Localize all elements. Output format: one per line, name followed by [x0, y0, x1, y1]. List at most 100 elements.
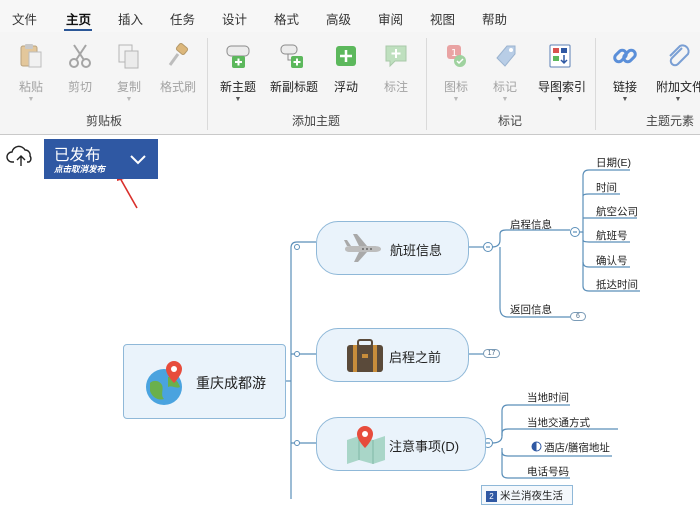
leaf-phone-number[interactable]: 电话号码 — [527, 464, 569, 479]
copy-button[interactable]: 复制 ▼ — [107, 42, 151, 104]
menu-help[interactable]: 帮助 — [482, 9, 507, 28]
root-topic-label: 重庆成都游 — [196, 375, 266, 391]
tag-icon — [491, 42, 519, 70]
callout-icon — [382, 42, 410, 70]
leaf-arrival-time[interactable]: 抵达时间 — [596, 277, 638, 292]
notes-label: 注意事项(D) — [389, 439, 460, 454]
new-subtopic-button[interactable]: 新副标题 — [270, 42, 318, 95]
paperclip-icon — [664, 42, 692, 70]
menu-design[interactable]: 设计 — [222, 9, 247, 28]
menu-task[interactable]: 任务 — [170, 9, 195, 28]
before-departure-label: 启程之前 — [389, 350, 442, 365]
floating-topic-button[interactable]: 浮动 — [324, 42, 368, 95]
callout-label: 标注 — [383, 80, 408, 94]
leaf-confirmation[interactable]: 确认号 — [596, 253, 628, 268]
unpublish-hint: 点击取消发布 — [54, 164, 106, 174]
menu-file[interactable]: 文件 — [12, 9, 37, 28]
menu-view[interactable]: 视图 — [430, 9, 455, 28]
floating-topic-icon — [332, 42, 360, 70]
group-separator — [207, 38, 208, 130]
menu-advanced[interactable]: 高级 — [326, 9, 351, 28]
leaf-hotel-address[interactable]: 酒店/膳宿地址 — [531, 440, 610, 455]
new-topic-button[interactable]: 新主题 ▼ — [216, 42, 260, 104]
paintbrush-icon — [164, 42, 192, 70]
tag-label: 标记 — [492, 80, 517, 94]
clipboard-group-label: 剪贴板 — [86, 114, 123, 128]
active-tab-indicator — [64, 29, 92, 31]
briefcase-icon — [347, 339, 383, 372]
flight-info-label: 航班信息 — [390, 243, 443, 258]
cut-label: 剪切 — [67, 80, 92, 94]
paste-button[interactable]: 粘贴 ▼ — [9, 42, 53, 104]
scissors-icon — [66, 42, 94, 70]
icon-button[interactable]: 1 图标 ▼ — [434, 42, 478, 104]
half-circle-progress-icon — [531, 441, 542, 452]
hotel-address-text: 酒店/膳宿地址 — [544, 442, 610, 454]
attachment-button[interactable]: 附加文件 ▼ — [656, 42, 700, 104]
collapsed-count-badge[interactable]: 17 — [483, 349, 500, 358]
format-painter-button[interactable]: 格式刷 — [156, 42, 200, 95]
topic-elements-group-label: 主题元素 — [646, 114, 695, 128]
callout-button[interactable]: 标注 — [374, 42, 418, 95]
floating-label: 浮动 — [333, 80, 358, 94]
group-separator — [595, 38, 596, 130]
new-topic-label: 新主题 — [219, 80, 256, 94]
collapsed-count-badge[interactable]: 6 — [570, 312, 586, 321]
root-topic[interactable]: 重庆成都游 — [123, 344, 286, 419]
link-button[interactable]: 链接 ▼ — [603, 42, 647, 104]
airplane-icon — [344, 234, 381, 262]
globe-pin-icon — [146, 361, 182, 405]
chain-link-icon — [611, 42, 639, 70]
link-dropdown-arrow: ▼ — [621, 96, 629, 103]
map-index-label: 导图索引 — [538, 80, 587, 94]
topic-flight-info[interactable]: 航班信息 — [316, 221, 469, 275]
leaf-local-time[interactable]: 当地时间 — [527, 390, 569, 405]
new-topic-dropdown-arrow: ▼ — [234, 96, 242, 103]
leaf-date[interactable]: 日期(E) — [596, 155, 631, 170]
attachment-label: 附加文件 — [656, 80, 700, 94]
leaf-local-transport[interactable]: 当地交通方式 — [527, 415, 590, 430]
leaf-airline[interactable]: 航空公司 — [596, 204, 638, 219]
publish-status-button[interactable]: 已发布 点击取消发布 — [44, 139, 158, 179]
return-info-label[interactable]: 返回信息 — [510, 302, 552, 317]
topic-partial-nightlife[interactable]: 2 米兰消夜生活 — [481, 485, 573, 505]
departure-info-label[interactable]: 启程信息 — [510, 217, 552, 232]
ribbon-toolbar: 粘贴 ▼ 剪切 复制 ▼ 格式刷 剪贴板 新主题 ▼ 新副标题 浮动 标注 添加… — [0, 32, 700, 135]
group-separator — [426, 38, 427, 130]
tag-button[interactable]: 标记 ▼ — [483, 42, 527, 104]
new-subtopic-icon — [278, 42, 306, 70]
icon-marker-icon: 1 — [442, 42, 470, 70]
leaf-flight-number[interactable]: 航班号 — [596, 228, 628, 243]
paste-label: 粘贴 — [18, 80, 43, 94]
menu-format[interactable]: 格式 — [274, 9, 299, 28]
format-painter-label: 格式刷 — [159, 80, 196, 94]
link-label: 链接 — [612, 80, 637, 94]
icon-dropdown-arrow: ▼ — [452, 96, 460, 103]
topic-before-departure[interactable]: 启程之前 — [316, 328, 469, 382]
menu-bar: 文件 主页 插入 任务 设计 格式 高级 审阅 视图 帮助 — [0, 0, 700, 32]
topic-number-badge: 2 — [486, 491, 497, 502]
menu-home[interactable]: 主页 — [66, 9, 91, 28]
menu-review[interactable]: 审阅 — [378, 9, 403, 28]
topic-notes[interactable]: 注意事项(D) — [316, 417, 486, 471]
markers-group-label: 标记 — [498, 114, 523, 128]
menu-insert[interactable]: 插入 — [118, 9, 143, 28]
publish-status-text: 已发布 — [54, 147, 101, 164]
map-pin-icon — [347, 426, 385, 464]
paste-dropdown-arrow: ▼ — [27, 96, 35, 103]
copy-dropdown-arrow: ▼ — [125, 96, 133, 103]
tag-dropdown-arrow: ▼ — [501, 96, 509, 103]
map-index-dropdown-arrow: ▼ — [556, 96, 564, 103]
cloud-upload-button[interactable] — [0, 136, 44, 178]
clipboard-icon — [17, 42, 45, 70]
mindmap-canvas[interactable]: 已发布 点击取消发布 重庆成都游 航班信息 启程信息 返回信息 6 日期(E) … — [0, 136, 700, 505]
chevron-down-icon — [130, 155, 146, 165]
cut-button[interactable]: 剪切 — [58, 42, 102, 95]
icon-label: 图标 — [443, 80, 468, 94]
map-index-button[interactable]: 导图索引 ▼ — [538, 42, 587, 104]
cloud-upload-icon — [6, 145, 32, 166]
map-index-icon — [546, 42, 574, 70]
copy-label: 复制 — [116, 80, 141, 94]
leaf-time[interactable]: 时间 — [596, 180, 617, 195]
attachment-dropdown-arrow: ▼ — [674, 96, 682, 103]
